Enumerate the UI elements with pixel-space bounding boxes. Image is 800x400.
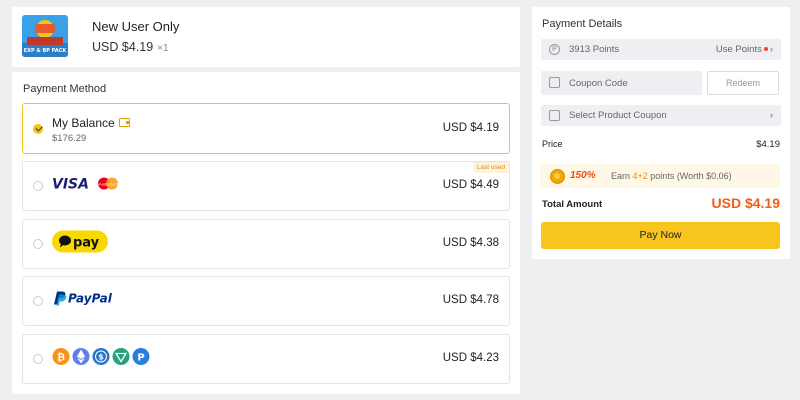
balance-amount: $176.29 (52, 133, 87, 144)
payment-option-paypal[interactable]: PayPal USD $4.78 (22, 276, 510, 326)
product-card: EXP & BP PACK New User Only USD $4.19 ×1 (12, 7, 520, 67)
earn-points-banner: 150% Earn 4+2 points (Worth $0.06) (540, 164, 780, 188)
product-name: New User Only (92, 19, 180, 34)
payment-method-panel: Payment Method My Balance $176.29 USD $4… (12, 72, 520, 394)
last-used-badge: Last used (472, 162, 509, 173)
balance-label: My Balance (52, 116, 115, 130)
radio-unselected[interactable] (33, 181, 43, 191)
price-label: Price (542, 139, 563, 149)
crypto-logos: ₿ $ P (52, 347, 156, 372)
earn-points: 4+2 (632, 171, 648, 181)
product-thumbnail: EXP & BP PACK (22, 15, 68, 57)
svg-text:P: P (137, 353, 144, 364)
coupon-code-field[interactable]: Coupon Code (541, 71, 702, 95)
use-points-label: Use Points (715, 44, 762, 55)
pay-now-button[interactable]: Pay Now (541, 222, 780, 249)
payment-option-gopay[interactable]: pay USD $4.38 (22, 219, 510, 269)
svg-text:$: $ (98, 353, 104, 362)
earn-text: Earn 4+2 points (Worth $0.06) (611, 171, 732, 181)
wallet-icon (118, 118, 130, 127)
coupon-ticket-icon (549, 110, 560, 121)
coupon-code-input[interactable]: Coupon Code (569, 78, 628, 89)
coin-icon (550, 169, 565, 184)
payment-details-panel: Payment Details P 3913 Points Use Points… (532, 7, 790, 259)
payment-option-price: USD $4.19 (442, 121, 499, 134)
earn-prefix: Earn (611, 171, 633, 181)
total-label: Total Amount (542, 199, 603, 210)
redeem-button[interactable]: Redeem (707, 71, 779, 95)
payment-option-crypto[interactable]: ₿ $ P USD $4.23 (22, 334, 510, 384)
use-points-link[interactable]: Use Points › (716, 44, 773, 55)
paypal-logo-text: PayPal (68, 292, 113, 306)
radio-unselected[interactable] (33, 296, 43, 306)
radio-selected[interactable] (33, 123, 43, 134)
payment-option-balance[interactable]: My Balance $176.29 USD $4.19 (22, 103, 510, 154)
points-value: 3913 Points (569, 44, 620, 55)
price-row: Price $4.19 (542, 139, 780, 150)
payment-option-price: USD $4.49 (442, 179, 499, 191)
chevron-right-icon: › (769, 44, 773, 55)
payment-option-visa-mastercard[interactable]: VISA mastercard Last used USD $4.49 (22, 161, 510, 211)
product-coupon-select[interactable]: Select Product Coupon › (541, 105, 781, 126)
product-price-value: USD $4.19 (92, 40, 154, 54)
visa-logo-text: VISA (52, 177, 89, 192)
points-row[interactable]: P 3913 Points Use Points › (541, 39, 781, 60)
earn-percent: 150% (570, 170, 596, 181)
radio-unselected[interactable] (33, 354, 43, 364)
payment-option-price: USD $4.23 (442, 352, 499, 364)
payment-option-price: USD $4.78 (442, 294, 499, 306)
balance-label-row: My Balance (52, 116, 130, 130)
gopay-logo-text: pay (73, 236, 100, 251)
chevron-right-icon: › (769, 110, 773, 121)
thumbnail-caption: EXP & BP PACK (24, 48, 68, 54)
earn-suffix: points (Worth $0.06) (647, 171, 732, 181)
gopay-logo: pay (52, 230, 108, 258)
paypal-logo: PayPal (52, 290, 116, 313)
product-price: USD $4.19 ×1 (92, 40, 169, 54)
mastercard-logo-text: mastercard (98, 183, 118, 187)
points-icon: P (549, 44, 560, 55)
visa-mastercard-logo: VISA mastercard (52, 176, 124, 197)
price-value: $4.19 (756, 139, 780, 150)
product-coupon-label: Select Product Coupon (569, 110, 667, 121)
payment-method-title: Payment Method (23, 83, 107, 95)
notification-dot (763, 46, 768, 51)
total-value: USD $4.19 (711, 195, 780, 211)
coupon-icon (549, 77, 560, 88)
payment-details-title: Payment Details (542, 18, 623, 30)
radio-unselected[interactable] (33, 239, 43, 249)
product-quantity: ×1 (157, 43, 169, 54)
svg-text:₿: ₿ (57, 352, 65, 364)
payment-option-price: USD $4.38 (442, 237, 499, 249)
